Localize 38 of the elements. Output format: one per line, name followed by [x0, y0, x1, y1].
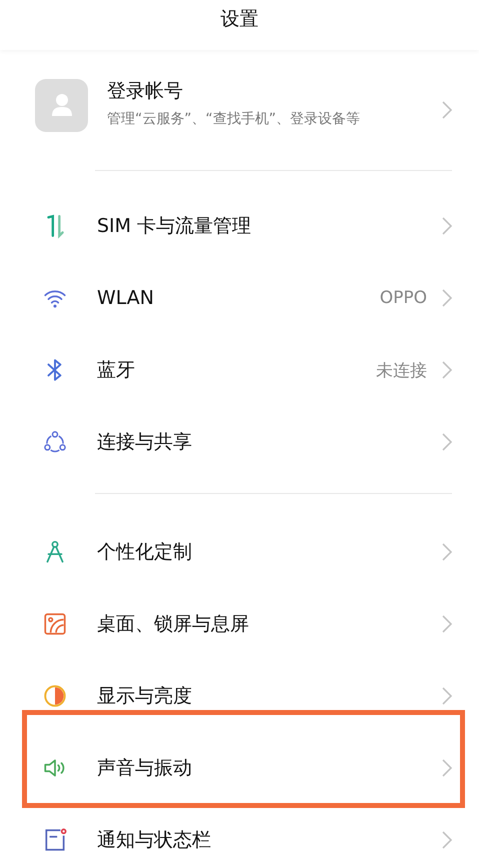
- row-label: 蓝牙: [97, 358, 136, 383]
- account-row[interactable]: 登录帐号 管理“云服务”、“查找手机”、登录设备等: [0, 50, 479, 170]
- chevron-icon: [441, 542, 453, 562]
- settings-row[interactable]: 连接与共享: [0, 406, 479, 478]
- settings-row[interactable]: 声音与振动: [0, 732, 479, 804]
- chevron-icon: [441, 216, 453, 236]
- row-label: 连接与共享: [97, 430, 193, 455]
- row-value: 未连接: [376, 360, 427, 382]
- account-subtitle: 管理“云服务”、“查找手机”、登录设备等: [107, 110, 362, 128]
- row-label: 声音与振动: [97, 756, 193, 781]
- chevron-icon: [441, 830, 453, 850]
- settings-row[interactable]: 通知与状态栏: [0, 804, 479, 864]
- chevron-icon: [441, 614, 453, 634]
- share-nodes-icon: [42, 429, 68, 455]
- row-label: 桌面、锁屏与息屏: [97, 612, 250, 637]
- settings-row[interactable]: 蓝牙 未连接: [0, 334, 479, 406]
- row-label: WLAN: [97, 287, 156, 309]
- settings-row[interactable]: 显示与亮度: [0, 660, 479, 732]
- avatar-icon: [35, 78, 88, 132]
- chevron-icon: [441, 432, 453, 452]
- wallpaper-icon: [42, 611, 68, 637]
- settings-row[interactable]: WLAN OPPO: [0, 262, 479, 334]
- chevron-icon: [441, 758, 453, 778]
- settings-row[interactable]: SIM 卡与流量管理: [0, 190, 479, 262]
- row-label: 通知与状态栏: [97, 828, 212, 853]
- chevron-icon: [441, 360, 453, 380]
- chevron-icon: [441, 288, 453, 308]
- row-label: 显示与亮度: [97, 684, 193, 709]
- settings-row[interactable]: 个性化定制: [0, 516, 479, 588]
- account-title: 登录帐号: [107, 79, 184, 104]
- page-title: 设置: [220, 7, 258, 32]
- row-label: SIM 卡与流量管理: [97, 214, 252, 239]
- row-label: 个性化定制: [97, 540, 193, 565]
- row-value: OPPO: [380, 288, 427, 308]
- brightness-icon: [42, 683, 68, 709]
- settings-row[interactable]: 桌面、锁屏与息屏: [0, 588, 479, 660]
- chevron-icon: [441, 686, 453, 706]
- chevron-icon: [441, 100, 453, 120]
